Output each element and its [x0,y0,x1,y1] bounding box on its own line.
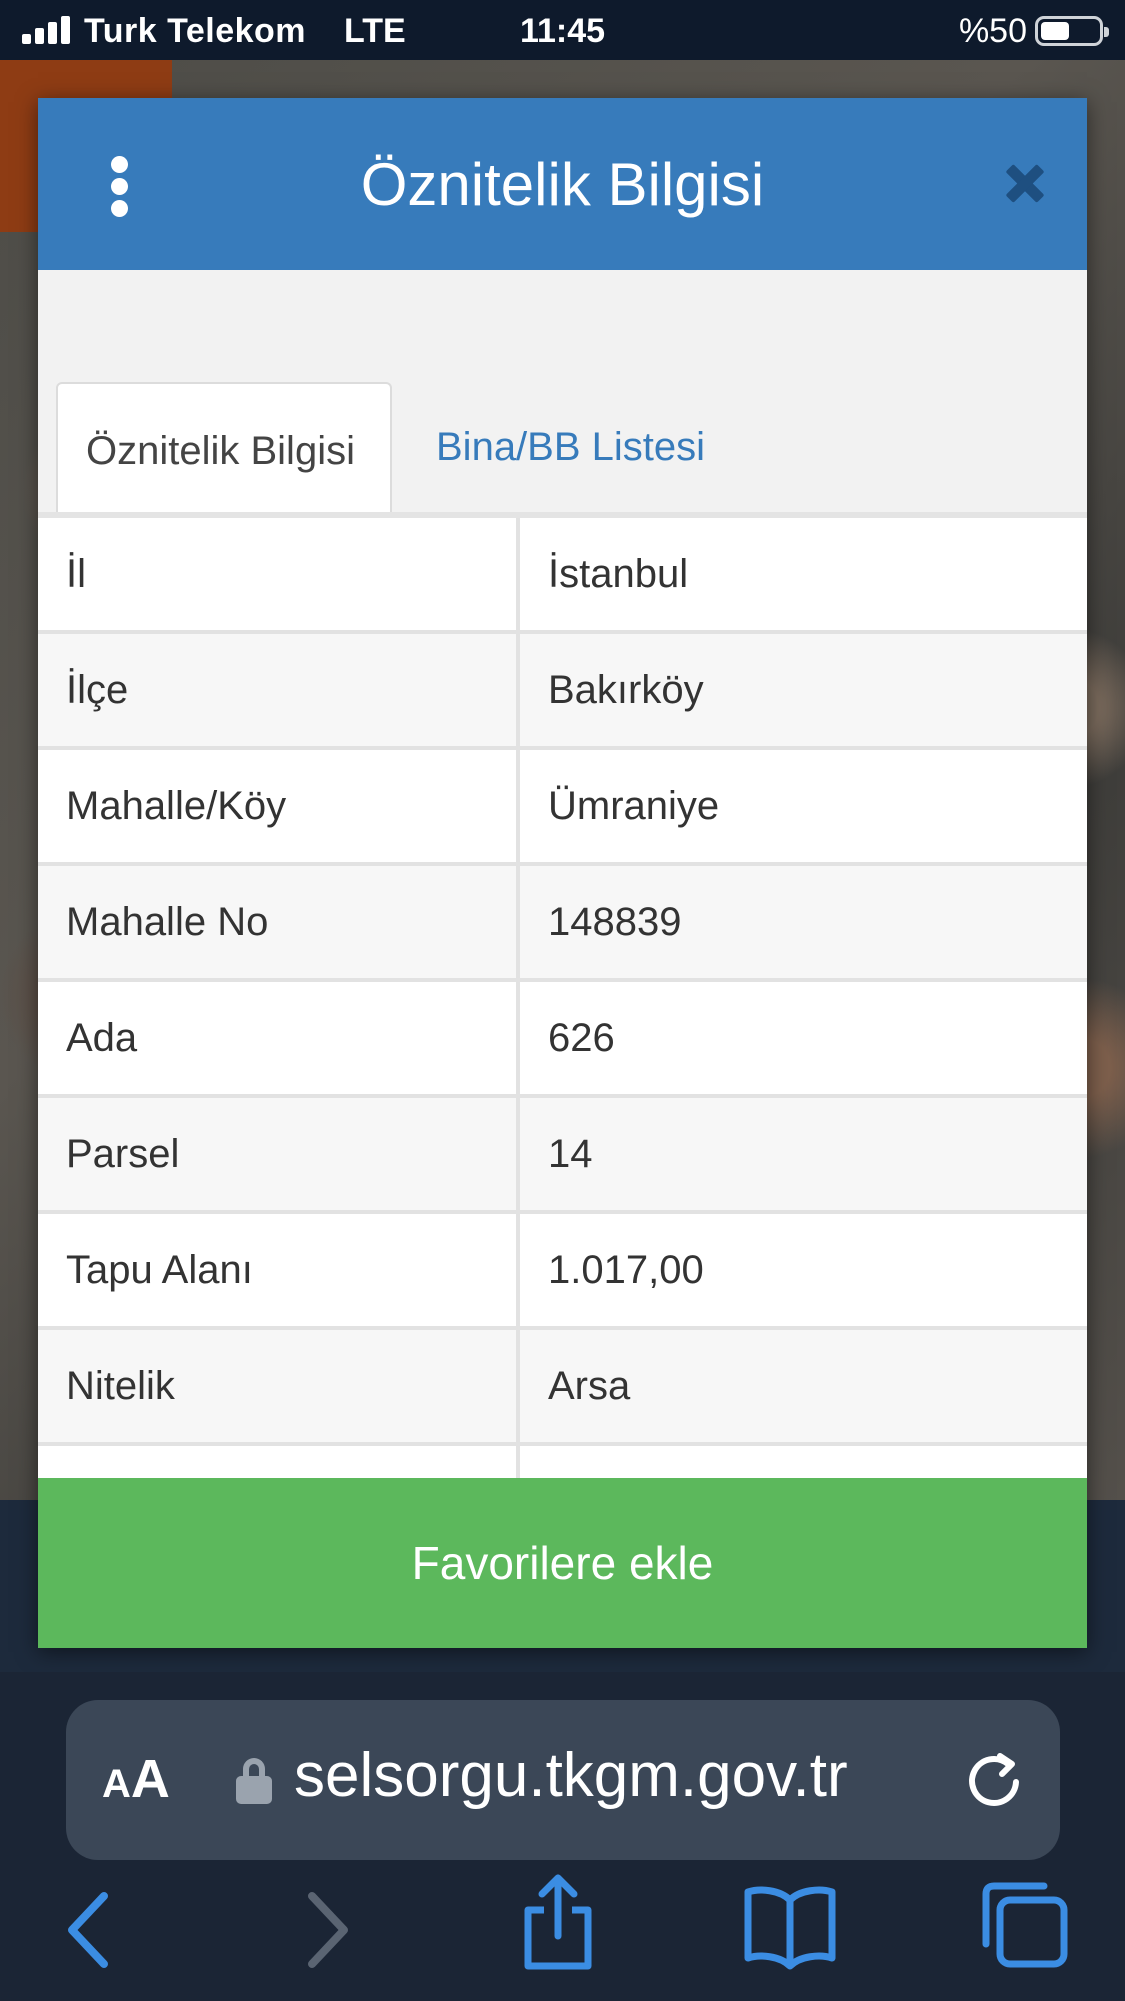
table-row: İlçe Bakırköy [38,634,1087,750]
tab-attribute-info[interactable]: Öznitelik Bilgisi [56,382,392,516]
row-value: İstanbul [548,552,689,596]
table-row: Mahalle/Köy Ümraniye [38,750,1087,866]
status-time: 11:45 [519,12,606,50]
bookmarks-icon[interactable] [742,1884,838,1970]
text-size-big-glyph: A [130,1749,170,1809]
share-icon[interactable] [518,1872,598,1972]
table-row: Nitelik Arsa [38,1330,1087,1446]
table-row: Tapu Alanı 1.017,00 [38,1214,1087,1330]
row-value: 1.017,00 [548,1248,704,1292]
address-bar[interactable]: AA selsorgu.tkgm.gov.tr [66,1700,1060,1860]
row-value: Ümraniye [548,784,720,828]
row-key: Parsel [66,1132,180,1176]
row-value: 14 [548,1132,593,1176]
close-icon[interactable] [999,158,1051,210]
status-bar: Turk Telekom LTE 11:45 %50 [0,0,1125,60]
forward-icon[interactable] [302,1890,354,1970]
lock-icon [236,1758,272,1804]
url-text[interactable]: selsorgu.tkgm.gov.tr [294,1740,848,1811]
row-key: Tapu Alanı [66,1248,253,1292]
add-to-favorites-button[interactable]: Favorilere ekle [38,1478,1087,1648]
text-size-small-glyph: A [102,1762,131,1806]
back-icon[interactable] [62,1890,114,1970]
tab-bar: Öznitelik Bilgisi Bina/BB Listesi [38,270,1087,516]
battery-icon [1035,16,1109,46]
row-key: Mahalle No [66,900,269,944]
table-row: Ada 626 [38,982,1087,1098]
tab-building-list[interactable]: Bina/BB Listesi [408,380,733,514]
text-size-button[interactable]: AA [102,1748,170,1810]
row-key: Nitelik [66,1364,175,1408]
row-value: 148839 [548,900,682,944]
browser-toolbar: AA selsorgu.tkgm.gov.tr [0,1672,1125,2001]
tabs-icon[interactable] [978,1878,1070,1970]
table-row: Mahalle No 148839 [38,866,1087,982]
row-key: İlçe [66,668,129,712]
table-row: İl İstanbul [38,518,1087,634]
row-value: Bakırköy [548,668,704,712]
row-value: 626 [548,1016,615,1060]
row-value: Arsa [548,1364,631,1408]
attribute-info-modal: Öznitelik Bilgisi Öznitelik Bilgisi Bina… [38,98,1087,1648]
battery-percentage: %50 [958,12,1027,50]
attribute-table: İl İstanbul İlçe Bakırköy Mahalle/Köy Üm… [38,518,1087,1562]
row-key: Mahalle/Köy [66,784,287,828]
reload-icon[interactable] [964,1750,1024,1810]
modal-header: Öznitelik Bilgisi [38,98,1087,270]
table-row: Parsel 14 [38,1098,1087,1214]
row-key: İl [66,552,86,596]
row-key: Ada [66,1016,138,1060]
modal-title: Öznitelik Bilgisi [360,151,765,218]
